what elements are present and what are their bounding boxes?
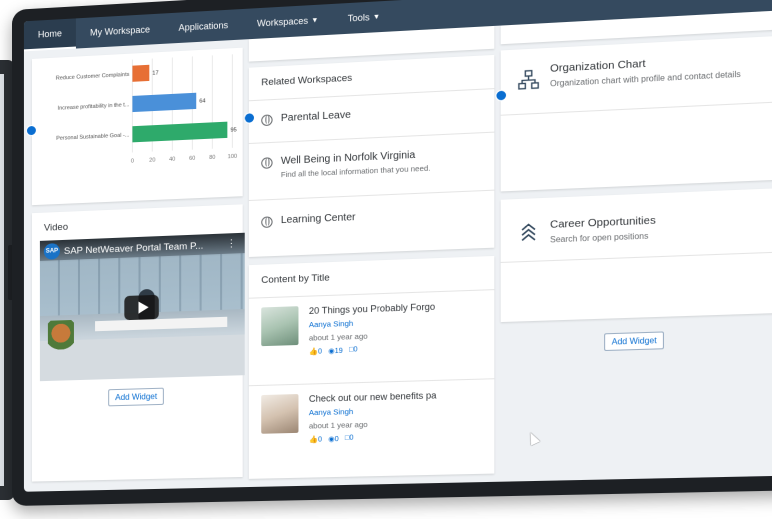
- video-player[interactable]: SAP SAP NetWeaver Portal Team P... ⋮: [39, 232, 245, 382]
- nav-my-workspace-label: My Workspace: [90, 24, 151, 38]
- divider: [500, 251, 772, 263]
- career-opportunities-title: Career Opportunities: [550, 214, 656, 231]
- related-item-learning-center[interactable]: Learning Center: [249, 206, 494, 228]
- add-widget-button[interactable]: Add Widget: [108, 387, 165, 407]
- related-workspaces-card: Related Workspaces Parental Leave Well B…: [248, 54, 495, 257]
- divider: [248, 189, 495, 202]
- stage: Home My Workspace Applications Workspace…: [0, 0, 772, 519]
- video-scene-desk: [95, 316, 228, 332]
- play-button[interactable]: [124, 294, 159, 321]
- comment-count: 0: [349, 434, 354, 442]
- chevrons-up-icon: [518, 221, 539, 243]
- nav-tools[interactable]: Tools ▼: [333, 0, 395, 34]
- related-item-label: Parental Leave: [280, 109, 351, 125]
- view-icon: ◉19: [328, 347, 343, 356]
- content-item[interactable]: 20 Things you Probably Forgo Aanya Singh…: [261, 300, 481, 357]
- chart-x-tick-label: 0: [131, 158, 134, 164]
- org-chart-icon: [518, 69, 539, 91]
- chevron-down-icon: ▼: [311, 16, 319, 25]
- divider: [248, 88, 495, 102]
- video-card: Video SAP SAP NetWeaver Portal Team P...…: [31, 204, 245, 482]
- comment-count: 0: [353, 346, 358, 354]
- chart-data-label: 17: [152, 70, 158, 76]
- sap-logo-icon: SAP: [43, 243, 60, 260]
- chart-x-tick-label: 20: [149, 157, 155, 163]
- content-item-time: about 1 year ago: [308, 331, 368, 343]
- video-card-title: Video: [43, 221, 69, 234]
- career-opportunities-description: Search for open positions: [550, 231, 649, 245]
- comment-icon[interactable]: □0: [345, 435, 354, 443]
- monitor: Home My Workspace Applications Workspace…: [12, 0, 772, 507]
- chart-bar[interactable]: [132, 64, 150, 82]
- chevron-down-icon: ▼: [372, 13, 381, 21]
- goals-chart-card: 0 20 40 60 80 100 Reduce Customer Complaints 17…: [31, 47, 243, 206]
- nav-home[interactable]: Home: [23, 18, 76, 52]
- chart-data-label: 95: [230, 127, 236, 133]
- chart-bar[interactable]: [132, 92, 197, 113]
- nav-my-workspace[interactable]: My Workspace: [76, 13, 164, 48]
- chart-category-label: Personal Sustainable Goal -...: [56, 132, 130, 142]
- related-workspaces-title: Related Workspaces: [261, 72, 353, 89]
- chart-category-label: Reduce Customer Complaints: [56, 72, 130, 82]
- content-item-time: about 1 year ago: [308, 419, 368, 431]
- nav-workspaces-label: Workspaces: [257, 15, 309, 29]
- content-item[interactable]: Check out our new benefits pa Aanya Sing…: [261, 389, 481, 445]
- related-item-well-being[interactable]: Well Being in Norfolk Virginia Find all …: [249, 146, 494, 181]
- related-item-label: Learning Center: [280, 211, 356, 227]
- chart-x-tick-label: 100: [228, 154, 237, 161]
- nav-workspaces[interactable]: Workspaces ▼: [243, 4, 333, 40]
- divider: [248, 289, 495, 299]
- content-item-title[interactable]: 20 Things you Probably Forgo: [309, 301, 443, 316]
- chart-category-label: Increase profitability in the t...: [58, 102, 130, 112]
- comment-icon[interactable]: □0: [349, 346, 358, 354]
- goals-bar-chart: 0 20 40 60 80 100 Reduce Customer Complaints 17…: [56, 48, 237, 165]
- like-count: 0: [317, 436, 323, 444]
- content-item-author[interactable]: Aanya Singh: [309, 404, 443, 417]
- like-icon[interactable]: 👍0: [309, 435, 323, 444]
- content-item-stats: 👍0 ◉19 □0: [309, 344, 443, 356]
- organization-chart-tile[interactable]: Organization Chart Organization chart wi…: [500, 35, 772, 192]
- divider: [248, 131, 495, 145]
- like-icon[interactable]: 👍0: [309, 347, 322, 356]
- divider: [500, 101, 772, 116]
- nav-applications[interactable]: Applications: [164, 9, 242, 44]
- globe-icon: [261, 216, 273, 228]
- related-item-parental-leave[interactable]: Parental Leave: [249, 103, 494, 127]
- add-widget-button[interactable]: Add Widget: [604, 331, 665, 352]
- portal-screen: Home My Workspace Applications Workspace…: [23, 0, 772, 492]
- chart-x-tick-label: 80: [209, 155, 215, 161]
- content-by-title-heading: Content by Title: [261, 272, 330, 287]
- content-item-author[interactable]: Aanya Singh: [309, 316, 443, 330]
- video-scene-plant: [47, 319, 74, 353]
- view-icon: ◉0: [328, 435, 339, 444]
- view-count: 0: [334, 435, 339, 444]
- nav-tools-label: Tools: [347, 12, 370, 24]
- content-item-stats: 👍0 ◉0 □0: [309, 432, 443, 444]
- content-by-title-card: Content by Title 20 Things you Probably …: [248, 255, 495, 479]
- organization-chart-title: Organization Chart: [550, 57, 646, 75]
- chart-bar[interactable]: [132, 121, 228, 143]
- play-icon: [137, 301, 149, 314]
- content-thumbnail: [261, 306, 299, 347]
- view-count: 19: [334, 347, 343, 356]
- nav-applications-label: Applications: [178, 19, 229, 33]
- chart-x-tick-label: 40: [169, 157, 175, 163]
- divider: [248, 378, 495, 387]
- nav-home-label: Home: [37, 28, 62, 40]
- more-vertical-icon[interactable]: ⋮: [226, 238, 236, 250]
- career-opportunities-tile[interactable]: Career Opportunities Search for open pos…: [500, 188, 772, 323]
- video-title[interactable]: SAP NetWeaver Portal Team P...: [64, 240, 203, 257]
- secondary-device-screen: [0, 74, 4, 486]
- chart-x-tick-label: 60: [189, 156, 195, 162]
- content-thumbnail: [261, 394, 299, 434]
- content-item-title[interactable]: Check out our new benefits pa: [309, 390, 443, 404]
- like-count: 0: [317, 348, 323, 356]
- globe-icon: [261, 157, 273, 169]
- chart-data-label: 64: [199, 98, 205, 104]
- globe-icon: [261, 114, 273, 127]
